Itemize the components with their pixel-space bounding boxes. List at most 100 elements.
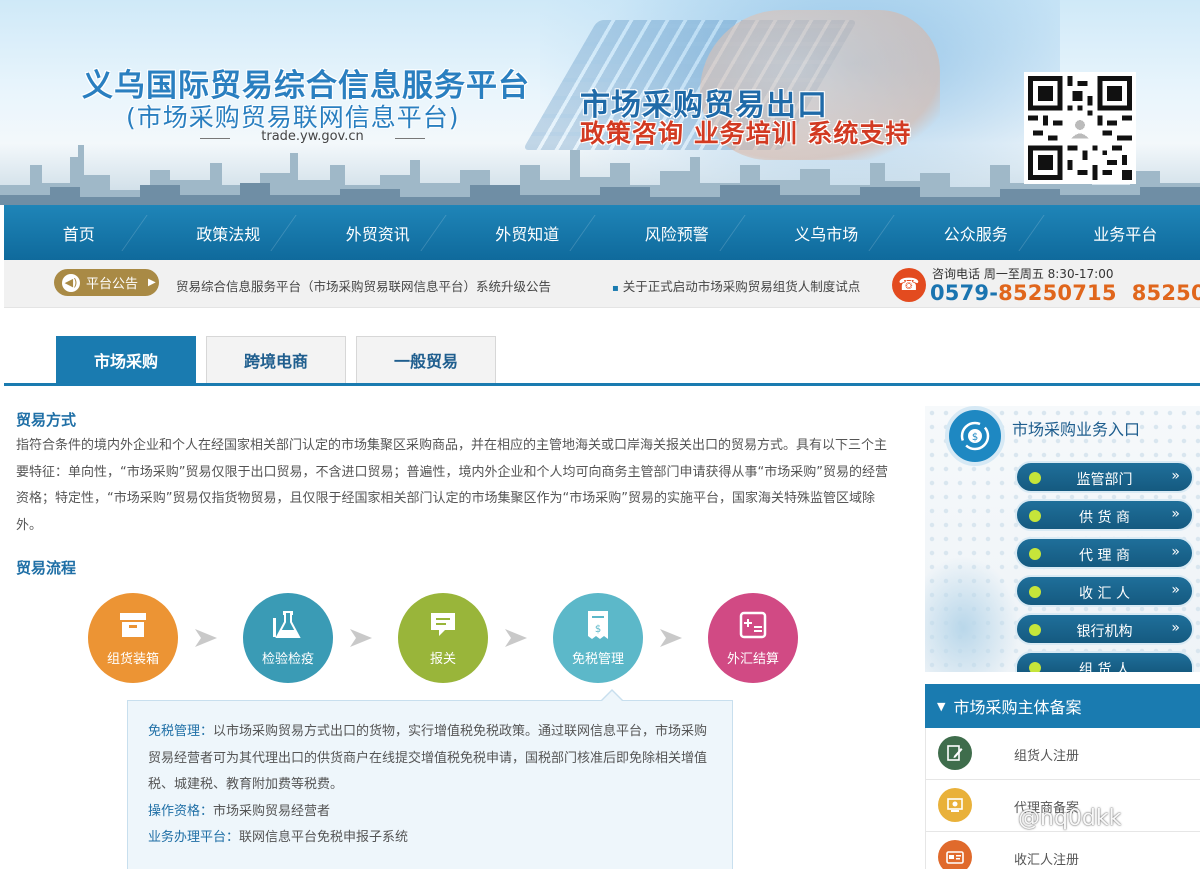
nav-item-public-service[interactable]: 公众服务 <box>901 205 1051 260</box>
nav-item-trade-knowledge[interactable]: 外贸知道 <box>453 205 603 260</box>
entry-button-bank[interactable]: 银行机构 » <box>1015 613 1194 645</box>
edit-icon <box>938 736 972 770</box>
double-chevron-right-icon: » <box>1171 544 1180 560</box>
bullet-dot-icon <box>1029 510 1041 522</box>
tip-key: 免税管理： <box>148 724 214 739</box>
nav-item-risk-warning[interactable]: 风险预警 <box>602 205 752 260</box>
flow-arrow-icon <box>660 629 682 647</box>
flow-step-label: 检验检疫 <box>261 651 314 667</box>
notice-link-1[interactable]: 贸易综合信息服务平台（市场采购贸易联网信息平台）系统升级公告 <box>176 276 551 295</box>
phone-area-code: 0579- <box>930 281 999 305</box>
flow-arrow-icon <box>505 629 527 647</box>
triangle-down-icon: ▼ <box>937 699 946 713</box>
qr-code-icon <box>1024 72 1136 184</box>
entry-button-label: 银行机构 <box>1076 624 1133 640</box>
svg-text:$: $ <box>972 432 978 443</box>
nav-item-yiwu-market[interactable]: 义乌市场 <box>752 205 902 260</box>
record-section-header: ▼ 市场采购主体备案 <box>925 684 1200 728</box>
record-section-title: 市场采购主体备案 <box>953 698 1082 717</box>
watermark-text: @nq0dkk <box>1018 806 1122 831</box>
speaker-icon: ◀) <box>62 273 80 292</box>
tip-value: 市场采购贸易经营者 <box>213 803 331 819</box>
tab-cross-border-ecommerce[interactable]: 跨境电商 <box>206 336 346 383</box>
trade-mode-title: 贸易方式 <box>16 411 77 429</box>
record-item-consolidator-register[interactable]: 组货人注册 <box>926 728 1200 780</box>
nav-item-home[interactable]: 首页 <box>4 205 154 260</box>
tip-value: 以市场采购贸易方式出口的货物，实行增值税免税政策。通过联网信息平台，市场采购贸易… <box>148 724 708 792</box>
world-map-graphic <box>925 556 1020 672</box>
tip-line-tax: 免税管理：以市场采购贸易方式出口的货物，实行增值税免税政策。通过联网信息平台，市… <box>148 719 712 799</box>
trade-flow: 组货装箱 检验检疫 报关 $ 免税管理 外汇结算 <box>88 593 808 685</box>
nav-item-policy[interactable]: 政策法规 <box>154 205 304 260</box>
flask-icon <box>271 610 305 640</box>
phone-icon: ☎ <box>892 268 926 302</box>
entry-button-label: 监管部门 <box>1076 472 1133 488</box>
notice-badge[interactable]: ◀) 平台公告 ▶ <box>54 269 159 296</box>
flow-step-label: 外汇结算 <box>726 651 779 667</box>
site-url: trade.yw.gov.cn <box>200 129 425 144</box>
double-chevron-right-icon: » <box>1171 506 1180 522</box>
flow-step-label: 组货装箱 <box>106 651 159 667</box>
entry-button-label: 供 货 商 <box>1079 510 1130 526</box>
tip-line-platform: 业务办理平台：联网信息平台免税申报子系统 <box>148 825 712 852</box>
record-item-label: 收汇人注册 <box>1014 853 1080 868</box>
step-detail-tooltip: 免税管理：以市场采购贸易方式出口的货物，实行增值税免税政策。通过联网信息平台，市… <box>127 689 733 869</box>
card-icon <box>938 840 972 869</box>
flow-step-tax-exemption[interactable]: $ 免税管理 <box>553 593 643 683</box>
receipt-icon: $ <box>581 610 615 640</box>
flow-arrow-icon <box>350 629 372 647</box>
bullet-dot-icon <box>1029 472 1041 484</box>
phone-number-2: 85250725 <box>1131 281 1200 305</box>
bullet-dot-icon <box>1029 662 1041 672</box>
bullet-dot-icon <box>1029 586 1041 598</box>
nav-item-business-platform[interactable]: 业务平台 <box>1051 205 1200 260</box>
trade-type-tabs: 市场采购 跨境电商 一般贸易 <box>4 336 1200 386</box>
double-chevron-right-icon: » <box>1171 620 1180 636</box>
box-icon <box>116 610 150 640</box>
bullet-dot-icon <box>1029 548 1041 560</box>
notice-link-2[interactable]: 关于正式启动市场采购贸易组货人制度试点 <box>612 276 880 295</box>
bullet-dot-icon <box>1029 624 1041 636</box>
banner-slogan-sub: 政策咨询 业务培训 系统支持 <box>580 119 912 148</box>
entry-button-supplier[interactable]: 供 货 商 » <box>1015 499 1194 531</box>
screen-icon <box>938 788 972 822</box>
tab-general-trade[interactable]: 一般贸易 <box>356 336 496 383</box>
business-entry-title: 市场采购业务入口 <box>1012 420 1141 439</box>
entry-button-regulator[interactable]: 监管部门 » <box>1015 461 1194 493</box>
calculator-icon <box>736 610 770 640</box>
trade-flow-title: 贸易流程 <box>16 559 77 577</box>
entry-button-label: 代 理 商 <box>1079 548 1130 564</box>
message-icon <box>426 610 460 640</box>
double-chevron-right-icon: » <box>1171 468 1180 484</box>
main-nav: 首页 政策法规 外贸资讯 外贸知道 风险预警 义乌市场 公众服务 业务平台 <box>4 205 1200 260</box>
tip-key: 业务办理平台： <box>148 830 240 845</box>
header-banner: 义乌国际贸易综合信息服务平台 (市场采购贸易联网信息平台) trade.yw.g… <box>0 0 1200 205</box>
double-chevron-right-icon: » <box>1171 582 1180 598</box>
entry-button-agent[interactable]: 代 理 商 » <box>1015 537 1194 569</box>
entry-button-consolidator[interactable]: 组 货 人 <box>1015 651 1194 672</box>
record-item-label: 组货人注册 <box>1014 749 1080 764</box>
phone-number-1: 85250715 <box>998 281 1117 305</box>
flow-step-inspection[interactable]: 检验检疫 <box>243 593 333 683</box>
arrow-right-icon: ▶ <box>148 277 156 288</box>
flow-step-packing[interactable]: 组货装箱 <box>88 593 178 683</box>
notice-bar: ◀) 平台公告 ▶ 贸易综合信息服务平台（市场采购贸易联网信息平台）系统升级公告… <box>4 260 1200 308</box>
exchange-icon: $ <box>945 406 1005 466</box>
tip-line-qualification: 操作资格：市场采购贸易经营者 <box>148 799 712 826</box>
phone-hours: 咨询电话 周一至周五 8:30-17:00 <box>932 267 1114 281</box>
record-list: 组货人注册 代理商备案 收汇人注册 <box>925 728 1200 869</box>
svg-text:$: $ <box>595 624 601 635</box>
phone-numbers: 0579-85250715 85250725 <box>930 281 1200 305</box>
entry-button-payee[interactable]: 收 汇 人 » <box>1015 575 1194 607</box>
entry-button-label: 收 汇 人 <box>1079 586 1130 602</box>
nav-item-trade-news[interactable]: 外贸资讯 <box>303 205 453 260</box>
entry-button-label: 组 货 人 <box>1079 662 1130 672</box>
record-item-payee-register[interactable]: 收汇人注册 <box>926 832 1200 869</box>
flow-arrow-icon <box>195 629 217 647</box>
notice-badge-label: 平台公告 <box>86 277 139 292</box>
tab-market-procurement[interactable]: 市场采购 <box>56 336 196 383</box>
flow-step-customs[interactable]: 报关 <box>398 593 488 683</box>
flow-step-label: 报关 <box>429 651 456 667</box>
flow-step-label: 免税管理 <box>571 651 624 667</box>
flow-step-forex-settlement[interactable]: 外汇结算 <box>708 593 798 683</box>
